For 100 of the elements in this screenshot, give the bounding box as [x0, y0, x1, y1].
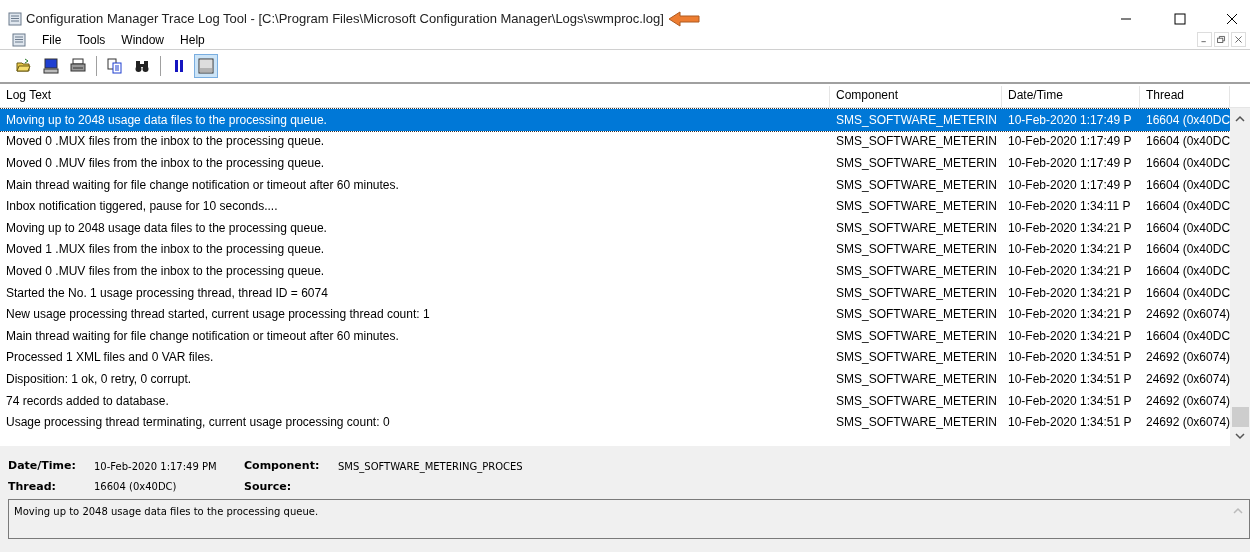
- table-cell-text: 16604 (0x40DC: [1145, 198, 1230, 216]
- table-cell-text: 10-Feb-2020 1:34:21 P: [1007, 219, 1133, 237]
- field-label: Thread:: [8, 478, 57, 495]
- field-value: SMS_SOFTWARE_METERING_PROCES: [338, 459, 524, 474]
- table-cell-text: 10-Feb-2020 1:17:49 P: [1007, 111, 1133, 129]
- log-row[interactable]: 74 records added to database. SMS_SOFTWARE_METERIN 10-Feb-2020 1:34:51 P 24692 (0x6074): [0, 389, 1230, 412]
- log-row[interactable]: Inbox notification tiggered, pause for 10 seconds.... SMS_SOFTWARE_METERIN 10-Feb-2020 1:34:11 P 16604 (0x40DC: [0, 195, 1230, 217]
- log-row[interactable]: Main thread waiting for file change notification or timeout after 60 minutes. SMS_SOFTWARE_METERIN 10-Feb-2020 1:17:49 P 16604 (0x40DC: [0, 173, 1230, 196]
- log-row[interactable]: Started the No. 1 usage processing thread, thread ID = 6074 SMS_SOFTWARE_METERIN 10-Feb-2020 1:34:21 P 16604 (0x40DC: [0, 281, 1230, 304]
- table-cell-text: SMS_SOFTWARE_METERIN: [835, 349, 998, 367]
- table-cell-text: 24692 (0x6074): [1145, 414, 1230, 432]
- table-cell-text: Main thread waiting for file change notification or timeout after 60 minutes.: [5, 327, 400, 345]
- field-value: 16604 (0x40DC): [94, 480, 178, 495]
- scroll-thumb[interactable]: [1231, 407, 1249, 427]
- table-cell-text: Main thread waiting for file change notification or timeout after 60 minutes.: [5, 176, 400, 194]
- log-row[interactable]: Processed 1 XML files and 0 VAR files. SMS_SOFTWARE_METERIN 10-Feb-2020 1:34:51 P 24692 (0x6074): [0, 346, 1230, 369]
- field-label: Date/Time:: [8, 458, 77, 474]
- table-cell-text: 16604 (0x40DC: [1145, 219, 1230, 237]
- log-row[interactable]: Moved 0 .MUV files from the inbox to the processing queue. SMS_SOFTWARE_METERIN 10-Feb-2020 1:34:21 P 16604 (0x40DC: [0, 260, 1230, 282]
- table-cell-text: SMS_SOFTWARE_METERIN: [835, 133, 998, 151]
- column-header[interactable]: Thread: [1140, 86, 1230, 107]
- table-cell-text: 24692 (0x6074): [1145, 370, 1230, 388]
- scrollbar[interactable]: [1230, 108, 1250, 446]
- restore-icon[interactable]: [1214, 32, 1229, 47]
- copy-icon: [107, 58, 123, 74]
- menu-item[interactable]: File: [34, 30, 70, 49]
- table-cell-text: Processed 1 XML files and 0 VAR files.: [5, 349, 215, 367]
- table-cell-text: 10-Feb-2020 1:34:21 P: [1007, 262, 1133, 280]
- table-cell-text: 24692 (0x6074): [1145, 392, 1230, 410]
- log-row[interactable]: Disposition: 1 ok, 0 retry, 0 corrupt. SMS_SOFTWARE_METERIN 10-Feb-2020 1:34:51 P 24692 (0x6074): [0, 368, 1230, 390]
- table-cell-text: 16604 (0x40DC: [1145, 155, 1230, 172]
- table-cell-text: 16604 (0x40DC: [1145, 262, 1230, 280]
- table-cell-text: SMS_SOFTWARE_METERIN: [835, 306, 998, 324]
- table-cell-text: 16604 (0x40DC: [1145, 284, 1230, 302]
- table-cell-text: SMS_SOFTWARE_METERIN: [835, 370, 998, 388]
- column-header[interactable]: Date/Time: [1002, 86, 1140, 107]
- table-cell-text: 10-Feb-2020 1:17:49 P: [1007, 176, 1133, 194]
- field-label: Component:: [244, 458, 321, 474]
- menu-item[interactable]: Tools: [69, 30, 114, 49]
- log-row[interactable]: Main thread waiting for file change notification or timeout after 60 minutes. SMS_SOFTWARE_METERIN 10-Feb-2020 1:34:21 P 16604 (0x40DC: [0, 324, 1230, 347]
- table-cell-text: 10-Feb-2020 1:34:51 P: [1007, 414, 1133, 432]
- table-cell-text: SMS_SOFTWARE_METERIN: [835, 241, 998, 259]
- binoculars-icon: [134, 58, 150, 74]
- table-cell-text: 16604 (0x40DC: [1145, 111, 1230, 129]
- table-cell-text: 10-Feb-2020 1:34:21 P: [1007, 327, 1133, 345]
- table-cell-text: 10-Feb-2020 1:34:51 P: [1007, 349, 1133, 367]
- table-cell-text: Moving up to 2048 usage data files to the processing queue.: [5, 111, 328, 129]
- table-cell-text: SMS_SOFTWARE_METERIN: [835, 392, 998, 410]
- log-row[interactable]: Moved 1 .MUX files from the inbox to the processing queue. SMS_SOFTWARE_METERIN 10-Feb-2020 1:34:21 P 16604 (0x40DC: [0, 238, 1230, 261]
- log-row[interactable]: Moving up to 2048 usage data files to the processing queue. SMS_SOFTWARE_METERIN 10-Feb-2020 1:17:49 P 16604 (0x40DC: [0, 109, 1230, 131]
- table-cell-text: 10-Feb-2020 1:34:51 P: [1007, 370, 1133, 388]
- table-cell-text: Usage processing thread terminating, current usage processing count: 0: [5, 414, 391, 432]
- column-header[interactable]: Component: [830, 86, 1002, 107]
- table-cell-text: 24692 (0x6074): [1145, 349, 1230, 367]
- log-row[interactable]: Moving up to 2048 usage data files to the processing queue. SMS_SOFTWARE_METERIN 10-Feb-2020 1:34:21 P 16604 (0x40DC: [0, 216, 1230, 239]
- table-cell-text: SMS_SOFTWARE_METERIN: [835, 414, 998, 432]
- table-cell-text: 10-Feb-2020 1:34:21 P: [1007, 241, 1133, 259]
- document-icon: [12, 32, 26, 47]
- window-title: Configuration Manager Trace Log Tool - [C:\Program Files\Microsoft Configuration Manager\Logs\swmproc.log]: [26, 10, 664, 29]
- table-cell-text: SMS_SOFTWARE_METERIN: [835, 327, 998, 345]
- table-cell-text: SMS_SOFTWARE_METERIN: [835, 176, 998, 194]
- log-row[interactable]: Moved 0 .MUV files from the inbox to the processing queue. SMS_SOFTWARE_METERIN 10-Feb-2020 1:17:49 P 16604 (0x40DC: [0, 152, 1230, 174]
- table-cell-text: SMS_SOFTWARE_METERIN: [835, 219, 998, 237]
- table-cell-text: 10-Feb-2020 1:34:51 P: [1007, 392, 1133, 410]
- table-cell-text: Disposition: 1 ok, 0 retry, 0 corrupt.: [5, 370, 193, 388]
- table-cell-text: 10-Feb-2020 1:34:21 P: [1007, 284, 1133, 302]
- window-pane-icon: [198, 58, 214, 74]
- table-cell-text: 10-Feb-2020 1:34:11 P: [1007, 198, 1132, 216]
- maximize-icon[interactable]: [1174, 13, 1186, 25]
- log-row[interactable]: Moved 0 .MUX files from the inbox to the processing queue. SMS_SOFTWARE_METERIN 10-Feb-2020 1:17:49 P 16604 (0x40DC: [0, 130, 1230, 153]
- table-cell-text: 24692 (0x6074): [1145, 306, 1230, 324]
- field-value: 10-Feb-2020 1:17:49 PM: [94, 459, 218, 474]
- table-cell-text: Started the No. 1 usage processing thread, thread ID = 6074: [5, 284, 329, 302]
- table-cell-text: SMS_SOFTWARE_METERIN: [835, 155, 998, 172]
- app-icon: [8, 12, 22, 26]
- table-cell-text: Moved 0 .MUV files from the inbox to the processing queue.: [5, 262, 326, 280]
- log-row[interactable]: New usage processing thread started, current usage processing thread count: 1 SMS_SOFTWARE_METERIN 10-Feb-2020 1:34:21 P 24692 (0x6074): [0, 303, 1230, 325]
- table-cell-text: 74 records added to database.: [5, 392, 170, 410]
- table-cell-text: Moved 0 .MUX files from the inbox to the processing queue.: [5, 133, 326, 151]
- menu-item[interactable]: Help: [172, 30, 213, 49]
- table-cell-text: SMS_SOFTWARE_METERIN: [835, 198, 998, 216]
- message-box[interactable]: Moving up to 2048 usage data files to the processing queue.: [8, 499, 1250, 539]
- table-cell-text: 10-Feb-2020 1:17:49 P: [1007, 155, 1133, 172]
- table-cell-text: 10-Feb-2020 1:34:21 P: [1007, 306, 1133, 324]
- computer-icon: [43, 58, 59, 74]
- table-cell-text: Inbox notification tiggered, pause for 10 seconds....: [5, 198, 279, 216]
- arrow-icon: [667, 11, 700, 27]
- column-header[interactable]: Log Text: [0, 86, 830, 107]
- scroll-down-icon[interactable]: [1235, 431, 1245, 441]
- table-cell-text: SMS_SOFTWARE_METERIN: [835, 111, 998, 129]
- table-cell-text: SMS_SOFTWARE_METERIN: [835, 284, 998, 302]
- table-cell-text: 16604 (0x40DC: [1145, 133, 1230, 151]
- close-icon[interactable]: [1226, 13, 1238, 25]
- message-text: Moving up to 2048 usage data files to the processing queue.: [13, 505, 320, 519]
- table-cell-text: 16604 (0x40DC: [1145, 176, 1230, 194]
- log-row[interactable]: Usage processing thread terminating, current usage processing count: 0 SMS_SOFTWARE_METERIN 10-Feb-2020 1:34:51 P 24692 (0x6074): [0, 411, 1230, 433]
- menu-item[interactable]: Window: [113, 30, 173, 49]
- scroll-up-icon[interactable]: [1235, 114, 1245, 124]
- table-cell-text: 16604 (0x40DC: [1145, 327, 1230, 345]
- printer-icon: [70, 58, 86, 74]
